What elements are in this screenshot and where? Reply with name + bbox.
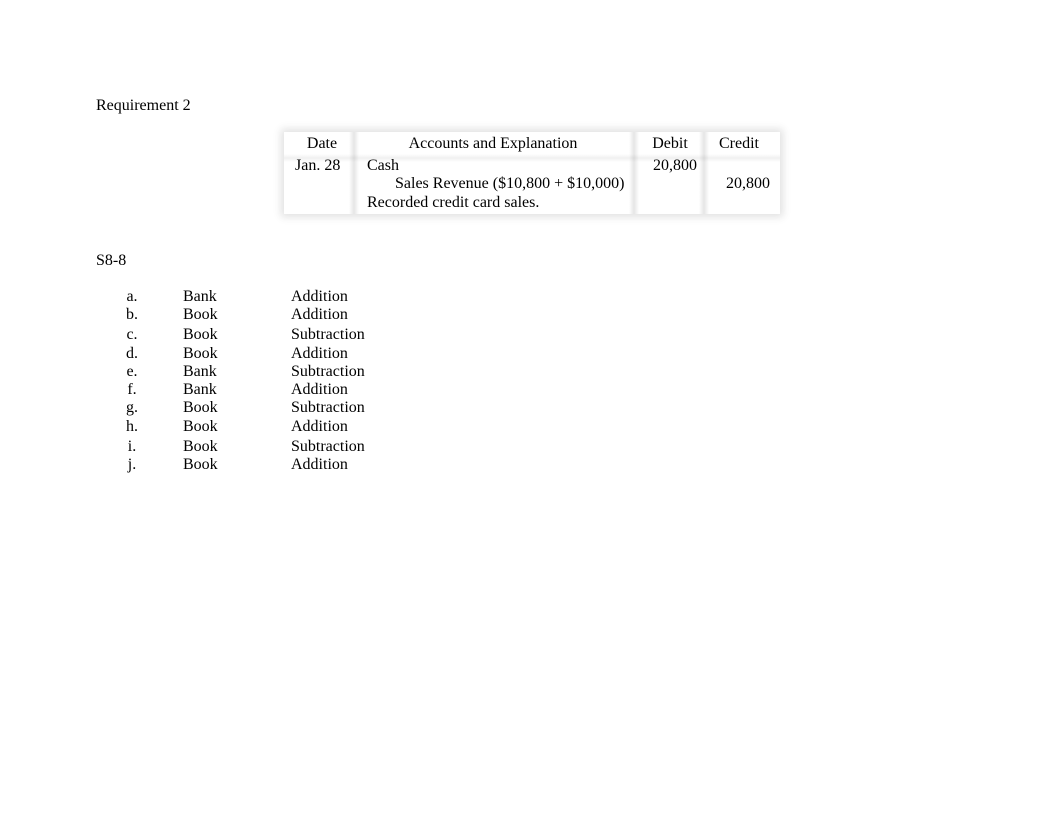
item-side: Book — [183, 438, 218, 455]
credit-amount: 20,800 — [726, 175, 770, 192]
item-action: Addition — [291, 418, 348, 435]
item-action: Addition — [291, 306, 348, 323]
journal-entry-table: Date Accounts and Explanation Debit Cred… — [284, 132, 780, 214]
item-action: Addition — [291, 381, 348, 398]
header-debit: Debit — [652, 135, 688, 152]
item-action: Addition — [291, 456, 348, 473]
item-letter: c. — [126, 326, 138, 343]
item-letter: j. — [127, 456, 137, 473]
header-credit: Credit — [719, 135, 759, 152]
item-letter: e. — [126, 363, 138, 380]
item-action: Subtraction — [291, 438, 365, 455]
item-action: Subtraction — [291, 399, 365, 416]
item-letter: g. — [126, 399, 138, 416]
credit-account: Sales Revenue ($10,800 + $10,000) — [395, 175, 625, 192]
debit-amount: 20,800 — [653, 157, 697, 174]
item-letter: h. — [126, 418, 138, 435]
entry-explanation: Recorded credit card sales. — [367, 194, 540, 211]
item-side: Book — [183, 456, 218, 473]
item-action: Addition — [291, 345, 348, 362]
item-letter: a. — [126, 288, 138, 305]
item-letter: f. — [127, 381, 137, 398]
item-letter: d. — [126, 345, 138, 362]
item-side: Book — [183, 306, 218, 323]
item-side: Book — [183, 399, 218, 416]
item-action: Addition — [291, 288, 348, 305]
item-side: Book — [183, 418, 218, 435]
item-side: Bank — [183, 363, 217, 380]
item-side: Bank — [183, 381, 217, 398]
item-side: Book — [183, 326, 218, 343]
exercise-title: S8-8 — [96, 252, 127, 269]
debit-account: Cash — [367, 157, 399, 174]
entry-date: Jan. 28 — [295, 157, 341, 174]
header-accounts: Accounts and Explanation — [408, 135, 578, 152]
item-action: Subtraction — [291, 363, 365, 380]
header-date: Date — [306, 135, 338, 152]
item-side: Book — [183, 345, 218, 362]
requirement-title: Requirement 2 — [96, 97, 191, 114]
item-letter: b. — [126, 306, 138, 323]
header-divider — [284, 154, 780, 162]
item-side: Bank — [183, 288, 217, 305]
item-letter: i. — [127, 438, 137, 455]
item-action: Subtraction — [291, 326, 365, 343]
